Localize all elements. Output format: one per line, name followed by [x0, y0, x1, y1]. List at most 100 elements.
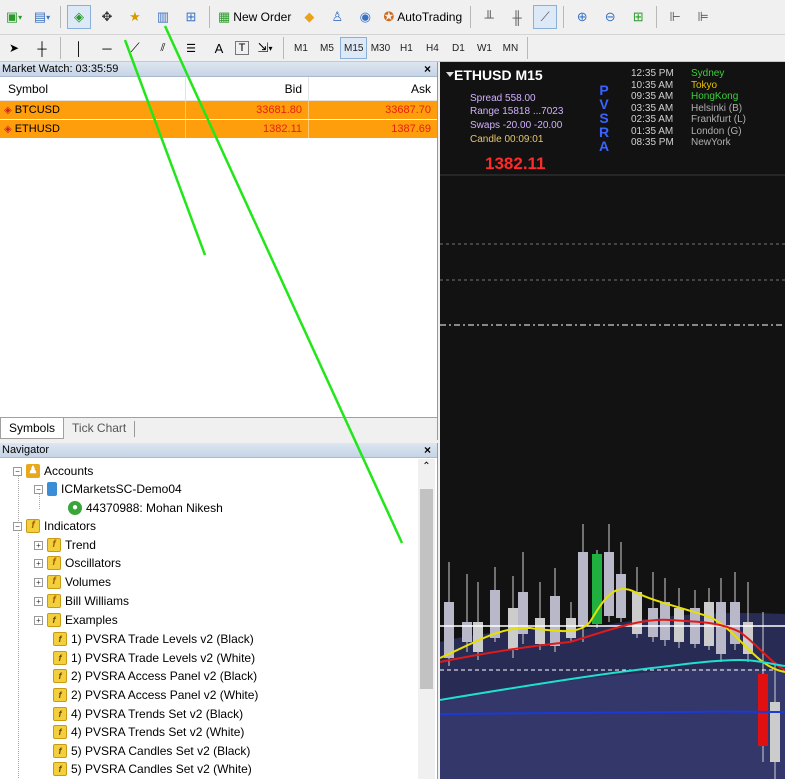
navigator-icon[interactable]: ★	[123, 5, 147, 29]
candle-body	[578, 552, 588, 626]
tree-folder-bill-williams[interactable]: + f Bill Williams	[34, 592, 129, 610]
metaeditor-icon[interactable]: ◆	[297, 5, 321, 29]
expand-icon[interactable]: +	[34, 540, 43, 550]
timeframe-m15[interactable]: M15	[340, 37, 368, 59]
options-icon[interactable]: ◉	[353, 5, 377, 29]
arrows-icon[interactable]: ⇲ ▾	[253, 36, 277, 60]
timeframe-m5[interactable]: M5	[314, 37, 340, 59]
tab-tick-chart[interactable]: Tick Chart	[64, 421, 136, 437]
tree-folder-examples[interactable]: + f Examples	[34, 611, 118, 629]
horizontal-line-icon[interactable]: ─	[95, 36, 119, 60]
column-header-ask[interactable]: Ask	[309, 77, 437, 101]
symbol-name: BTCUSD	[14, 104, 60, 116]
server-icon	[47, 482, 57, 496]
signals-icon[interactable]: ♙	[325, 5, 349, 29]
collapse-icon[interactable]: −	[13, 521, 22, 531]
chart-window[interactable]: ETHUSD M15 Spread 558.00 Range 15818 ...…	[440, 62, 785, 779]
timeframe-d1[interactable]: D1	[445, 37, 471, 59]
terminal-icon[interactable]: ▥	[151, 5, 175, 29]
new-order-label: New Order	[233, 10, 292, 24]
vertical-line-icon[interactable]: │	[67, 36, 91, 60]
candle-body	[716, 602, 726, 654]
scrollbar-thumb[interactable]	[420, 489, 433, 689]
expand-icon[interactable]: +	[34, 577, 43, 587]
new-order-button[interactable]: ▦ New Order	[216, 5, 293, 29]
candlestick-icon[interactable]: ╫	[505, 5, 529, 29]
zoom-in-icon[interactable]: ⊕	[570, 5, 594, 29]
tree-label: ICMarketsSC-Demo04	[61, 482, 182, 496]
candle-body	[444, 602, 454, 658]
tree-indicator-item[interactable]: f 4) PVSRA Trends Set v2 (Black)	[53, 705, 243, 723]
toolbar-separator	[563, 6, 565, 28]
close-icon[interactable]: ×	[424, 443, 431, 458]
tree-indicator-item[interactable]: f 1) PVSRA Trade Levels v2 (Black)	[53, 630, 254, 648]
line-chart-icon[interactable]: ⟋	[533, 5, 558, 29]
custom-indicator-icon: f	[53, 744, 67, 758]
new-chart-icon[interactable]: ▣ ▾	[2, 5, 26, 29]
tree-folder-volumes[interactable]: + f Volumes	[34, 573, 111, 591]
candle-body	[462, 622, 472, 642]
profiles-icon[interactable]: ▤ ▾	[30, 5, 54, 29]
tree-folder-trend[interactable]: + f Trend	[34, 536, 96, 554]
table-row[interactable]: ◈ BTCUSD 33681.80 33687.70	[0, 101, 437, 120]
ask-cell: 1387.69	[391, 123, 431, 135]
tile-windows-icon[interactable]: ⊞	[626, 5, 650, 29]
tree-indicator-item[interactable]: f 4) PVSRA Trends Set v2 (White)	[53, 723, 244, 741]
navigator-scrollbar[interactable]: ⌃	[418, 459, 435, 779]
timeframe-w1[interactable]: W1	[471, 37, 497, 59]
custom-indicator-icon: f	[53, 669, 67, 683]
symbol-cell: ◈ ETHUSD	[0, 120, 186, 138]
expand-icon[interactable]: +	[34, 558, 43, 568]
zoom-out-icon[interactable]: ⊖	[598, 5, 622, 29]
tree-accounts[interactable]: − ♟ Accounts	[13, 462, 93, 480]
data-window-icon[interactable]: ✥	[95, 5, 119, 29]
fibonacci-icon[interactable]: ☰	[179, 36, 203, 60]
tree-indicator-item[interactable]: f 1) PVSRA Trade Levels v2 (White)	[53, 649, 255, 667]
tree-indicator-item[interactable]: f 5) PVSRA Candles Set v2 (Black)	[53, 742, 250, 760]
market-watch-icon[interactable]: ◈	[67, 5, 91, 29]
tree-indicators[interactable]: − f Indicators	[13, 517, 96, 535]
tree-indicator-item[interactable]: f 2) PVSRA Access Panel v2 (Black)	[53, 667, 257, 685]
tree-account[interactable]: ● 44370988: Mohan Nikesh	[68, 499, 223, 517]
tree-label: 2) PVSRA Access Panel v2 (White)	[71, 688, 259, 702]
cursor-icon[interactable]: ➤	[2, 36, 26, 60]
expand-icon[interactable]: +	[34, 596, 43, 606]
text-tool-icon[interactable]: A	[207, 36, 231, 60]
column-header-bid[interactable]: Bid	[186, 76, 309, 101]
indicator-folder-icon: f	[47, 594, 61, 608]
scroll-up-icon[interactable]: ⌃	[418, 459, 435, 475]
collapse-icon[interactable]: −	[34, 484, 43, 494]
timeframe-m1[interactable]: M1	[288, 37, 314, 59]
accounts-icon: ♟	[26, 464, 40, 478]
chart-shift-icon[interactable]: ⊩	[663, 5, 687, 29]
crosshair-icon[interactable]: ┼	[30, 36, 54, 60]
trendline-icon[interactable]: ⟋	[123, 36, 147, 60]
toolbar-separator	[527, 37, 529, 59]
bar-chart-icon[interactable]: ╨	[477, 5, 501, 29]
channel-icon[interactable]: ⫽	[151, 36, 175, 60]
timeframe-mn[interactable]: MN	[497, 37, 523, 59]
custom-indicator-icon: f	[53, 707, 67, 721]
new-order-icon: ▦	[218, 9, 231, 24]
close-icon[interactable]: ×	[424, 62, 431, 77]
text-label-icon[interactable]: T	[235, 41, 249, 55]
toolbar-separator	[209, 6, 210, 28]
timeframe-h1[interactable]: H1	[393, 37, 419, 59]
tab-symbols[interactable]: Symbols	[0, 418, 65, 439]
table-row[interactable]: ◈ ETHUSD 1382.11 1387.69	[0, 120, 437, 139]
collapse-icon[interactable]: −	[13, 466, 22, 476]
expand-icon[interactable]: +	[34, 615, 43, 625]
timeframe-h4[interactable]: H4	[419, 37, 445, 59]
autotrading-button[interactable]: ✪ AutoTrading	[381, 5, 464, 29]
tree-server[interactable]: − ICMarketsSC-Demo04	[34, 480, 182, 498]
tree-indicator-item[interactable]: f 5) PVSRA Candles Set v2 (White)	[53, 760, 252, 778]
indicator-folder-icon: f	[47, 556, 61, 570]
tree-indicator-item[interactable]: f 2) PVSRA Access Panel v2 (White)	[53, 686, 258, 704]
navigator-tree: − ♟ Accounts − ICMarketsSC-Demo04 ● 4437…	[0, 459, 418, 779]
timeframe-m30[interactable]: M30	[367, 37, 393, 59]
autoscroll-icon[interactable]: ⊫	[691, 5, 715, 29]
column-header-symbol[interactable]: Symbol	[0, 76, 186, 101]
tree-folder-oscillators[interactable]: + f Oscillators	[34, 554, 121, 572]
strategy-tester-icon[interactable]: ⊞	[179, 5, 203, 29]
price-chart-canvas	[440, 174, 785, 779]
